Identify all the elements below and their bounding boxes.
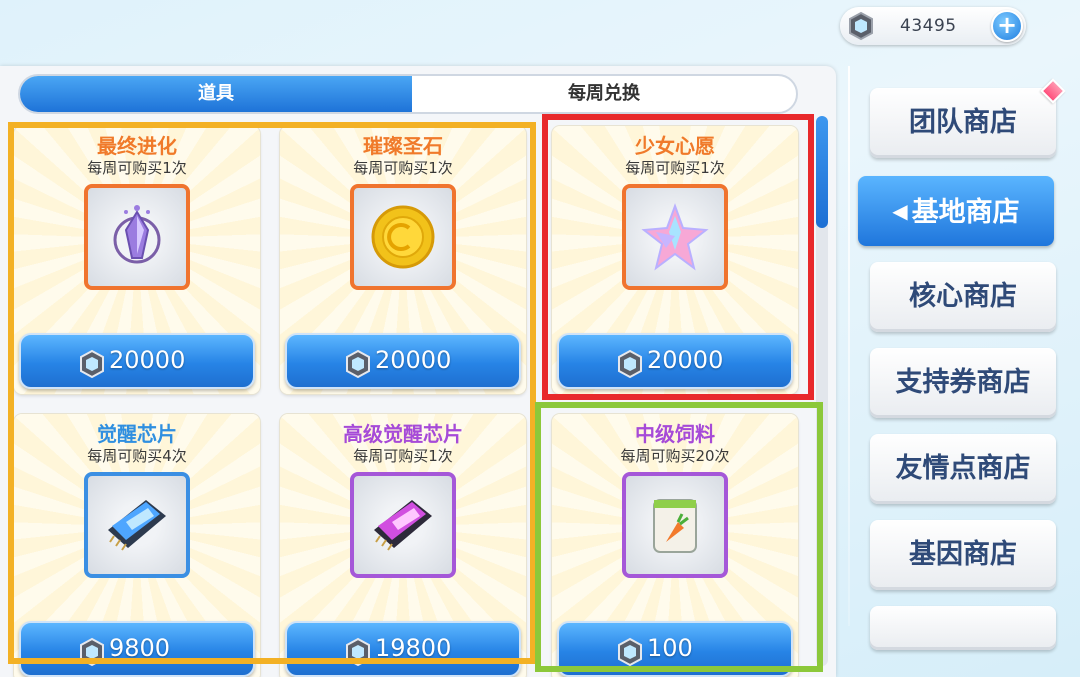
item-name: 觉醒芯片 bbox=[97, 422, 177, 446]
nav-label: 团队商店 bbox=[909, 107, 1017, 138]
purchase-limit: 每周可购买20次 bbox=[620, 447, 730, 465]
nav-label: 基地商店 bbox=[911, 197, 1020, 228]
purchase-limit: 每周可购买1次 bbox=[353, 159, 453, 177]
nav-friendship-shop[interactable]: 友情点商店 bbox=[870, 434, 1056, 504]
price-label: 100 bbox=[647, 634, 693, 662]
gem-currency-icon bbox=[346, 637, 370, 667]
shop-item-card[interactable]: 最终进化 每周可购买1次 20000 bbox=[14, 126, 260, 394]
nav-label: 支持券商店 bbox=[895, 367, 1031, 398]
price-label: 9800 bbox=[109, 634, 171, 662]
buy-button[interactable]: 9800 bbox=[19, 621, 255, 677]
blue-chip-icon bbox=[84, 472, 190, 578]
shop-item-card[interactable]: 中级饲料 每周可购买20次 100 bbox=[552, 414, 798, 677]
gem-currency-icon bbox=[80, 349, 104, 379]
shop-item-card[interactable]: 少女心愿 每周可购买1次 20000 bbox=[552, 126, 798, 394]
nav-label: 友情点商店 bbox=[895, 453, 1031, 484]
price-label: 20000 bbox=[375, 346, 452, 374]
nav-core-shop[interactable]: 核心商店 bbox=[870, 262, 1056, 332]
gem-currency-icon bbox=[346, 349, 370, 379]
evolution-crystal-icon bbox=[84, 184, 190, 290]
shop-item-card[interactable]: 璀璨圣石 每周可购买1次 20000 bbox=[280, 126, 526, 394]
tab-weekly-exchange[interactable]: 每周兑换 bbox=[412, 76, 796, 112]
price-label: 19800 bbox=[375, 634, 452, 662]
shop-item-card[interactable]: 高级觉醒芯片 每周可购买1次 19800 bbox=[280, 414, 526, 677]
item-name: 少女心愿 bbox=[635, 134, 715, 158]
scrollbar-thumb[interactable] bbox=[816, 116, 828, 228]
item-name: 高级觉醒芯片 bbox=[343, 422, 463, 446]
purple-chip-icon bbox=[350, 472, 456, 578]
purchase-limit: 每周可购买1次 bbox=[87, 159, 187, 177]
currency-display: 43495 + bbox=[840, 7, 1026, 45]
caret-left-icon: ◀ bbox=[892, 199, 908, 223]
shop-side-nav: 团队商店 ◀ 基地商店 核心商店 支持券商店 友情点商店 基因商店 bbox=[842, 66, 1080, 677]
feed-bag-icon bbox=[622, 472, 728, 578]
nav-label: 基因商店 bbox=[909, 539, 1017, 570]
purchase-limit: 每周可购买1次 bbox=[353, 447, 453, 465]
tab-items[interactable]: 道具 bbox=[20, 76, 412, 112]
shop-tabs: 道具 每周兑换 bbox=[18, 74, 798, 114]
gold-coin-icon bbox=[350, 184, 456, 290]
nav-team-shop[interactable]: 团队商店 bbox=[870, 88, 1056, 158]
price-label: 20000 bbox=[647, 346, 724, 374]
gem-currency-icon bbox=[849, 11, 873, 41]
purchase-limit: 每周可购买4次 bbox=[87, 447, 187, 465]
price-label: 20000 bbox=[109, 346, 186, 374]
item-name: 中级饲料 bbox=[635, 422, 715, 446]
item-name: 璀璨圣石 bbox=[363, 134, 443, 158]
currency-amount: 43495 bbox=[900, 16, 957, 36]
gem-currency-icon bbox=[618, 637, 642, 667]
item-name: 最终进化 bbox=[97, 134, 177, 158]
shop-item-card[interactable]: 觉醒芯片 每周可购买4次 9800 bbox=[14, 414, 260, 677]
purchase-limit: 每周可购买1次 bbox=[625, 159, 725, 177]
buy-button[interactable]: 20000 bbox=[285, 333, 521, 389]
buy-button[interactable]: 20000 bbox=[557, 333, 793, 389]
star-crystal-icon bbox=[622, 184, 728, 290]
nav-partial-item[interactable] bbox=[870, 606, 1056, 650]
nav-base-shop[interactable]: ◀ 基地商店 bbox=[858, 176, 1054, 246]
nav-label: 核心商店 bbox=[909, 281, 1017, 312]
nav-support-ticket-shop[interactable]: 支持券商店 bbox=[870, 348, 1056, 418]
gem-currency-icon bbox=[80, 637, 104, 667]
gem-currency-icon bbox=[618, 349, 642, 379]
add-currency-button[interactable]: + bbox=[991, 10, 1023, 42]
buy-button[interactable]: 100 bbox=[557, 621, 793, 677]
buy-button[interactable]: 19800 bbox=[285, 621, 521, 677]
buy-button[interactable]: 20000 bbox=[19, 333, 255, 389]
nav-rail bbox=[848, 66, 850, 626]
scrollbar[interactable] bbox=[816, 116, 828, 666]
nav-gene-shop[interactable]: 基因商店 bbox=[870, 520, 1056, 590]
